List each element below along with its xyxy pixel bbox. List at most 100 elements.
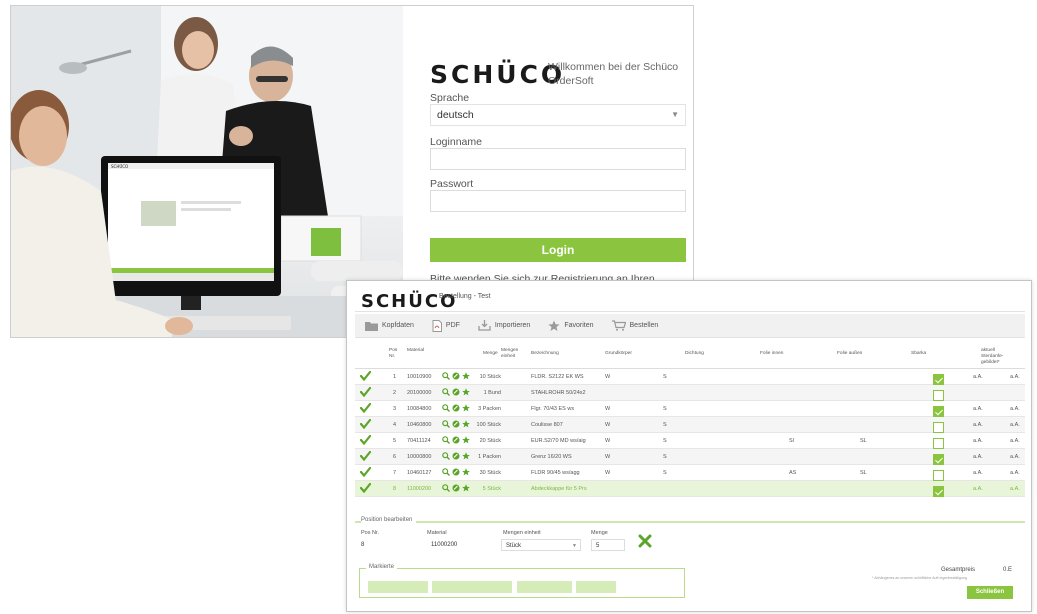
row-checkbox[interactable] [933, 470, 944, 481]
toolbar-favorites-button[interactable]: Favoriten [548, 320, 594, 332]
search-icon[interactable] [442, 388, 450, 396]
marker-action-button[interactable] [432, 581, 512, 593]
login-button[interactable]: Login [430, 238, 686, 262]
table-row[interactable]: 1 10010900 10 Stück FLDR. S2122 EK WS W Sa.A.… [355, 369, 1025, 385]
toolbar-kopfdaten-button[interactable]: Kopfdaten [365, 321, 414, 331]
edit-icon[interactable] [452, 420, 460, 428]
edit-unit-label: Mengen einheit [503, 530, 541, 536]
cell-material: 10460800 [407, 422, 432, 428]
col-material: Material [407, 348, 425, 353]
toolbar-import-button[interactable]: Importieren [478, 320, 530, 331]
cell-b: a.A. [1010, 454, 1020, 460]
welcome-text: Willkommen bei der Schüco OrderSoft [548, 61, 679, 87]
edit-icon[interactable] [452, 388, 460, 396]
cell-a: a.A. [973, 470, 983, 476]
close-button[interactable]: Schließen [967, 586, 1013, 599]
edit-icon[interactable] [452, 436, 460, 444]
toolbar-label: Bestellen [629, 322, 659, 329]
cell-pos: 1 [393, 374, 397, 380]
cell-a: a.A. [973, 406, 983, 412]
col-grundkoerper: Grundkörper [605, 351, 632, 356]
row-checkbox[interactable] [933, 374, 944, 385]
row-checkbox[interactable] [933, 454, 944, 465]
cell-pos: 3 [393, 406, 397, 412]
search-icon[interactable] [442, 404, 450, 412]
marker-action-button[interactable] [517, 581, 572, 593]
check-icon [359, 418, 372, 430]
search-icon[interactable] [442, 372, 450, 380]
row-checkbox[interactable] [933, 406, 944, 417]
edit-material-value[interactable]: 11000200 [427, 539, 461, 551]
cell-material: 10084800 [407, 406, 432, 412]
marker-legend: Markierte [366, 564, 398, 570]
cell-material: 10010900 [407, 374, 432, 380]
row-checkbox[interactable] [933, 390, 944, 401]
cell-grund: W [605, 374, 611, 380]
cell-a: a.A. [973, 486, 983, 492]
cell-pos: 5 [393, 438, 397, 444]
edit-pos-label: Pos Nr. [361, 530, 380, 536]
password-label: Passwort [430, 178, 474, 190]
row-checkbox[interactable] [933, 438, 944, 449]
table-row[interactable]: 7 10460127 30 Stück FLDR 90/45 ws/agg W S AS SL… [355, 465, 1025, 481]
total-price-note: * Abhängenes an unseren schriftliche Auf… [872, 576, 967, 580]
col-menge: Menge [483, 351, 498, 356]
cell-bezeichnung: EUR.S2/70 MD ws/aig [531, 438, 586, 444]
table-row[interactable]: 2 20100000 1 Bund STAHLROHR 50/24x2 [355, 385, 1025, 401]
search-icon[interactable] [442, 420, 450, 428]
search-icon[interactable] [442, 452, 450, 460]
edit-qty-input[interactable]: 5 [591, 539, 625, 551]
table-row[interactable]: 4 10460800 100 Stück Coulisse 807 W Sa.A. a.A. [355, 417, 1025, 433]
delete-position-button[interactable] [638, 534, 652, 553]
search-icon[interactable] [442, 484, 450, 492]
row-status-check [359, 386, 372, 399]
row-checkbox[interactable] [933, 422, 944, 433]
check-icon [359, 466, 372, 478]
edit-legend: Position bearbeiten [361, 517, 417, 523]
toolbar-pdf-button[interactable]: PDF [432, 319, 460, 332]
password-input[interactable] [430, 190, 686, 212]
table-row[interactable]: 5 70411124 20 Stück EUR.S2/70 MD ws/aig W S Sl… [355, 433, 1025, 449]
import-icon [478, 320, 491, 331]
order-window: SCHÜCO Bestellung - Test Kopfdaten PDF I… [346, 280, 1032, 612]
cell-fa: SL [860, 438, 867, 444]
cell-dicht: S [663, 374, 667, 380]
toolbar-label: PDF [445, 322, 460, 329]
toolbar-label: Favoriten [564, 322, 594, 329]
cell-material: 10000800 [407, 454, 432, 460]
row-checkbox[interactable] [933, 486, 944, 497]
table-row[interactable]: 8 11000200 5 Stück Abdeckkappe für 5 Prs a.A… [355, 481, 1025, 497]
pdf-icon [432, 319, 442, 332]
cell-fi: AS [789, 470, 797, 476]
cell-menge: 30 Stück [479, 470, 501, 476]
search-icon[interactable] [442, 436, 450, 444]
login-name-input[interactable] [430, 148, 686, 170]
cell-a: a.A. [973, 438, 983, 444]
marker-action-button[interactable] [576, 581, 616, 593]
table-header: Pos Nr. Material Menge Mengen einheit Be… [355, 341, 1025, 369]
language-label: Sprache [430, 92, 470, 104]
edit-icon[interactable] [452, 372, 460, 380]
marker-action-button[interactable] [368, 581, 428, 593]
col-folie-innen: Folie innen [760, 351, 784, 356]
edit-unit-select[interactable]: Stück ▼ [501, 539, 581, 551]
col-bezeichnung: Bezeichnung [531, 351, 559, 356]
edit-icon[interactable] [452, 404, 460, 412]
cell-a: a.A. [973, 422, 983, 428]
folder-icon [365, 321, 378, 331]
language-value: deutsch [437, 109, 474, 121]
table-row[interactable]: 3 10084800 3 Packen Flgr. 70/43 ES ws W Sa.A.… [355, 401, 1025, 417]
language-select[interactable]: deutsch ▼ [430, 104, 686, 126]
search-icon[interactable] [442, 468, 450, 476]
login-name-label: Loginname [430, 136, 482, 148]
toolbar-label: Kopfdaten [382, 322, 414, 329]
office-photo: SCHÜCO [11, 6, 403, 337]
cell-menge: 100 Stück [476, 422, 501, 428]
cell-menge: 1 Packen [478, 454, 501, 460]
edit-icon[interactable] [452, 468, 460, 476]
edit-icon[interactable] [452, 452, 460, 460]
cart-icon [611, 320, 626, 331]
edit-icon[interactable] [452, 484, 460, 492]
toolbar-order-button[interactable]: Bestellen [611, 320, 659, 331]
table-row[interactable]: 6 10000800 1 Packen Grenz 16/20 WS W Sa.A. a.A… [355, 449, 1025, 465]
